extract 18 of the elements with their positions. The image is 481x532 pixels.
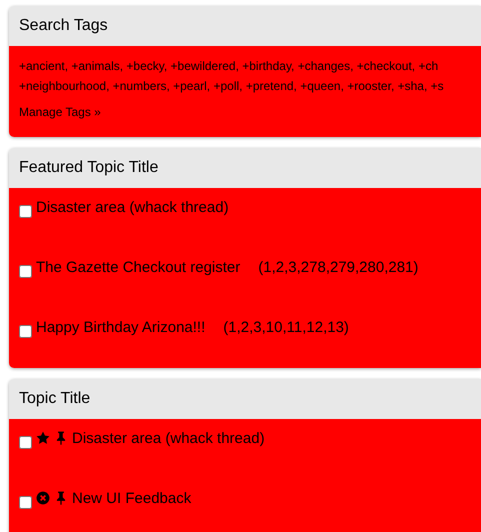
- panel-title: Featured Topic Title: [19, 159, 158, 177]
- tag-list: +neighbourhood, +numbers, +pearl, +poll, +pretend, +queen, +rooster, +sha, +s: [19, 76, 471, 96]
- manage-tags-link[interactable]: Manage Tags »: [19, 105, 101, 119]
- topic-checkbox[interactable]: [19, 325, 32, 338]
- panel-title: Search Tags: [19, 17, 108, 35]
- topic-checkbox[interactable]: [19, 205, 32, 218]
- topic-link[interactable]: Happy Birthday Arizona!!!: [36, 319, 206, 336]
- topic-checkbox[interactable]: [19, 496, 32, 509]
- topic-link[interactable]: The Gazette Checkout register: [36, 259, 240, 276]
- panel-title: Topic Title: [19, 390, 90, 408]
- topic-link[interactable]: New UI Feedback: [72, 490, 192, 507]
- page-numbers: (1,2,3,10,11,12,13): [223, 319, 349, 336]
- tag-list: +ancient, +animals, +becky, +bewildered, +birthday, +changes, +checkout, +ch: [19, 56, 471, 76]
- topic-checkbox[interactable]: [19, 436, 32, 449]
- page-numbers: (1,2,3,278,279,280,281): [258, 259, 418, 276]
- topic-checkbox[interactable]: [19, 265, 32, 278]
- topic-link[interactable]: Disaster area (whack thread): [36, 199, 229, 216]
- topic-link[interactable]: Disaster area (whack thread): [72, 430, 265, 447]
